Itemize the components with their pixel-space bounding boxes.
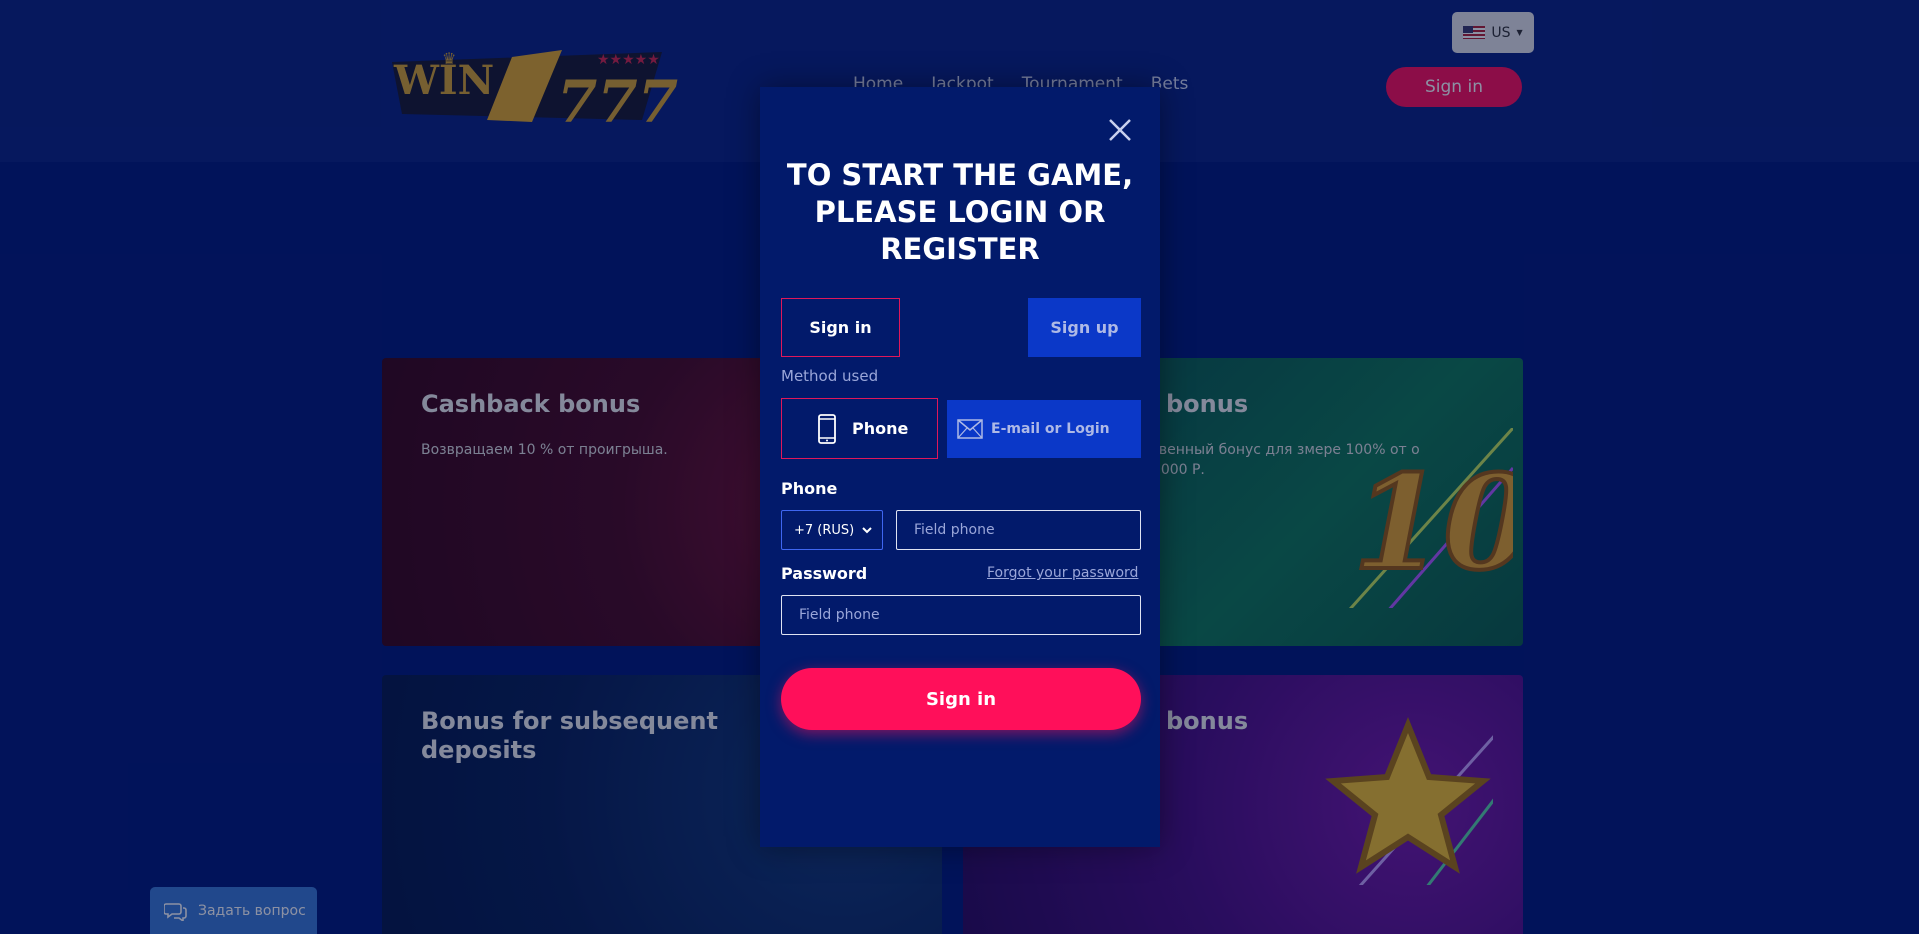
method-email-label: E-mail or Login [991, 421, 1110, 437]
login-modal: TO START THE GAME, PLEASE LOGIN OR REGIS… [760, 87, 1160, 847]
close-icon[interactable] [1105, 115, 1135, 145]
submit-signin-button[interactable]: Sign in [781, 668, 1141, 730]
forgot-password-link[interactable]: Forgot your password [987, 565, 1138, 581]
country-code-select[interactable]: +7 (RUS) [781, 510, 883, 550]
modal-title: TO START THE GAME, PLEASE LOGIN OR REGIS… [786, 158, 1134, 266]
password-label: Password [781, 564, 868, 583]
method-label: Method used [781, 367, 879, 385]
smartphone-icon [818, 413, 836, 444]
phone-placeholder: Field phone [914, 522, 995, 538]
chevron-down-icon [862, 526, 872, 533]
tab-signup[interactable]: Sign up [1028, 298, 1141, 357]
phone-label: Phone [781, 479, 838, 498]
country-code-value: +7 (RUS) [794, 522, 855, 538]
password-input[interactable]: Field phone [781, 595, 1141, 635]
method-phone-button[interactable]: Phone [781, 398, 938, 459]
method-phone-label: Phone [852, 419, 909, 438]
password-placeholder: Field phone [799, 607, 880, 623]
envelope-icon [957, 419, 983, 439]
phone-input[interactable]: Field phone [896, 510, 1141, 550]
method-email-button[interactable]: E-mail or Login [947, 400, 1141, 458]
tab-signin[interactable]: Sign in [781, 298, 900, 357]
